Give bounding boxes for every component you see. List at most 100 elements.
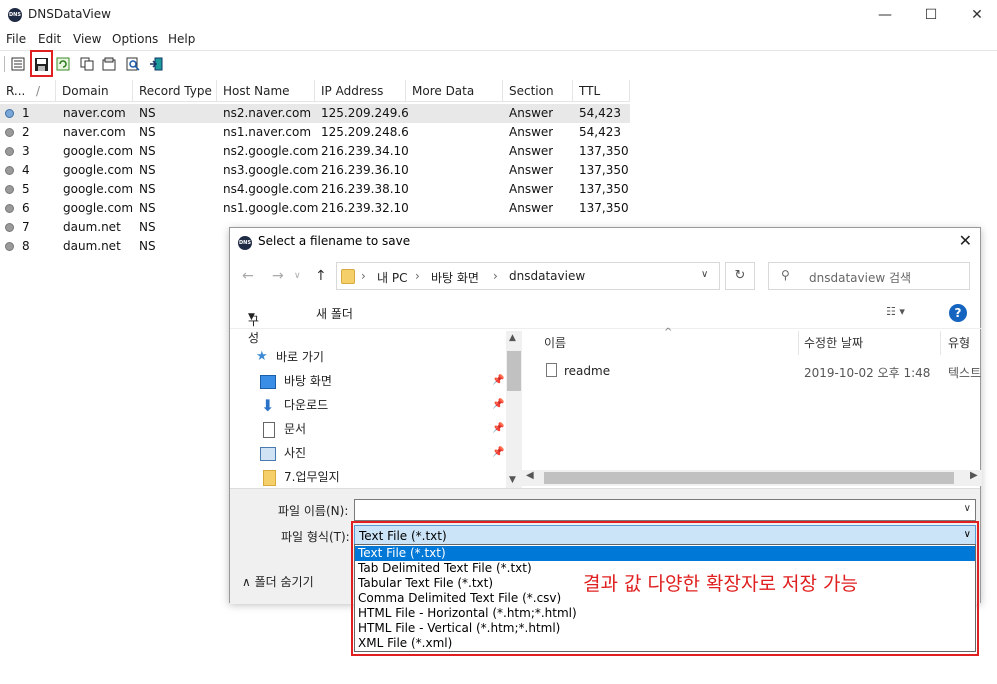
nav-item-pictures[interactable]: 사진 — [284, 442, 306, 464]
search-input[interactable]: ⚲ dnsdataview 검색 — [768, 262, 970, 290]
menu-bar: File Edit View Options Help — [0, 30, 997, 50]
menu-view[interactable]: View — [73, 32, 101, 46]
file-modified: 2019-10-02 오후 1:48 — [804, 366, 931, 380]
back-arrow-icon[interactable]: ← — [242, 268, 254, 284]
address-dropdown-icon[interactable]: ∨ — [701, 269, 708, 280]
chevron-down-icon[interactable]: ∨ — [964, 503, 971, 514]
column-header-record-type[interactable]: Record Type — [133, 80, 217, 102]
pin-icon: 📌 — [492, 399, 505, 410]
sort-indicator: / — [36, 84, 41, 98]
column-header-modified[interactable]: 수정한 날짜 — [804, 331, 863, 355]
exit-icon[interactable] — [147, 55, 165, 73]
filename-label: 파일 이름(N): — [278, 504, 349, 518]
hide-folders-button[interactable]: ∧ 폴더 숨기기 — [242, 573, 314, 590]
column-separator — [940, 331, 941, 355]
record-status-icon — [5, 166, 14, 175]
column-header-host-name[interactable]: Host Name — [217, 80, 315, 102]
menu-options[interactable]: Options — [112, 32, 158, 46]
column-header-row-number[interactable]: R... / — [0, 80, 56, 102]
folder-icon — [341, 269, 355, 284]
nav-item-desktop[interactable]: 바탕 화면 — [284, 370, 332, 392]
new-folder-button[interactable]: 새 폴더 — [316, 305, 353, 322]
star-icon: ★ — [256, 349, 268, 364]
sort-arrow-icon: ^ — [664, 327, 673, 338]
pin-icon: 📌 — [492, 447, 505, 458]
nav-item-downloads[interactable]: 다운로드 — [284, 394, 328, 416]
desktop-icon — [260, 375, 276, 389]
column-header-ip-address[interactable]: IP Address — [315, 80, 406, 102]
recent-locations-chevron-icon[interactable]: ∨ — [294, 271, 301, 281]
menu-edit[interactable]: Edit — [38, 32, 61, 46]
close-button[interactable]: ✕ — [954, 0, 997, 30]
find-icon[interactable] — [124, 55, 142, 73]
save-button-highlight — [30, 50, 53, 77]
report-icon[interactable] — [9, 55, 27, 73]
file-list-pane: ^ 이름 수정한 날짜 유형 readme 2019-10-02 오후 1:48… — [522, 327, 982, 488]
navigation-pane: ★ 바로 가기 바탕 화면 📌 ⬇ 다운로드 📌 문서 📌 사진 📌 7.업무일… — [230, 328, 522, 489]
minimize-button[interactable]: — — [862, 0, 908, 30]
navigation-scrollbar[interactable]: ▲ ▼ — [506, 331, 522, 489]
table-row[interactable]: 5 google.com NS ns4.google.com 216.239.3… — [0, 180, 630, 199]
table-row[interactable]: 6 google.com NS ns1.google.com 216.239.3… — [0, 199, 630, 218]
record-status-icon — [5, 185, 14, 194]
command-bar: 구성 ▼ 새 폴더 ☷ ▾ ? — [230, 298, 980, 345]
table-row[interactable]: 3 google.com NS ns2.google.com 216.239.3… — [0, 142, 630, 161]
record-status-icon — [5, 204, 14, 213]
toolbar — [0, 50, 997, 78]
up-arrow-icon[interactable]: ↑ — [315, 268, 327, 284]
text-file-icon — [546, 363, 557, 377]
table-row[interactable]: 4 google.com NS ns3.google.com 216.239.3… — [0, 161, 630, 180]
annotation-text: 결과 값 다양한 확장자로 저장 가능 — [583, 573, 858, 595]
column-header-type[interactable]: 유형 — [948, 331, 970, 355]
breadcrumb-separator: › — [415, 269, 420, 283]
refresh-button[interactable]: ↻ — [725, 262, 755, 290]
column-header-domain[interactable]: Domain — [56, 80, 133, 102]
properties-icon[interactable] — [100, 55, 118, 73]
breadcrumb-dnsdataview[interactable]: dnsdataview — [509, 269, 585, 283]
download-icon: ⬇ — [261, 396, 275, 415]
window-title: DNSDataView — [28, 7, 111, 21]
maximize-button[interactable]: ☐ — [908, 0, 954, 30]
horizontal-scrollbar[interactable]: ◀ ▶ — [522, 470, 982, 486]
dialog-close-button[interactable]: ✕ — [959, 231, 972, 250]
column-header-ttl[interactable]: TTL — [573, 80, 630, 102]
breadcrumb-my-pc[interactable]: 내 PC — [377, 269, 407, 286]
copy-icon[interactable] — [78, 55, 96, 73]
view-options-icon[interactable]: ☷ ▾ — [886, 305, 905, 318]
record-status-icon — [5, 242, 14, 251]
document-icon — [263, 422, 275, 438]
scroll-down-icon[interactable]: ▼ — [509, 475, 516, 485]
column-header-more-data[interactable]: More Data — [406, 80, 503, 102]
filename-input[interactable]: ∨ — [354, 499, 976, 521]
app-icon: DNS — [238, 236, 252, 250]
table-header: R... / Domain Record Type Host Name IP Ad… — [0, 80, 630, 102]
scroll-right-icon[interactable]: ▶ — [970, 470, 978, 481]
nav-item-work-log[interactable]: 7.업무일지 — [284, 466, 340, 488]
scroll-thumb[interactable] — [544, 472, 954, 484]
column-separator — [798, 331, 799, 355]
address-bar[interactable]: › 내 PC › 바탕 화면 › dnsdataview ∨ — [336, 262, 720, 290]
pin-icon: 📌 — [492, 423, 505, 434]
help-icon[interactable]: ? — [949, 304, 967, 322]
title-bar: DNS DNSDataView — ☐ ✕ — [0, 0, 997, 30]
scroll-up-icon[interactable]: ▲ — [509, 333, 516, 343]
scroll-thumb[interactable] — [507, 351, 521, 391]
breadcrumb-separator: › — [361, 269, 366, 283]
nav-item-documents[interactable]: 문서 — [284, 418, 306, 440]
table-row[interactable]: 2 naver.com NS ns1.naver.com 125.209.248… — [0, 123, 630, 142]
menu-help[interactable]: Help — [168, 32, 195, 46]
scroll-left-icon[interactable]: ◀ — [526, 470, 534, 481]
record-status-icon — [5, 147, 14, 156]
table-row[interactable]: 1 naver.com NS ns2.naver.com 125.209.249… — [0, 104, 630, 123]
forward-arrow-icon[interactable]: → — [272, 268, 284, 284]
file-type: 텍스트 — [948, 366, 982, 380]
column-header-section[interactable]: Section — [503, 80, 573, 102]
breadcrumb-desktop[interactable]: 바탕 화면 — [431, 269, 479, 286]
column-header-name[interactable]: 이름 — [544, 331, 566, 355]
quick-access[interactable]: 바로 가기 — [276, 346, 324, 368]
folder-icon — [263, 470, 276, 486]
pin-icon: 📌 — [492, 375, 505, 386]
refresh-icon[interactable] — [54, 55, 72, 73]
menu-file[interactable]: File — [6, 32, 26, 46]
record-status-icon — [5, 109, 14, 118]
